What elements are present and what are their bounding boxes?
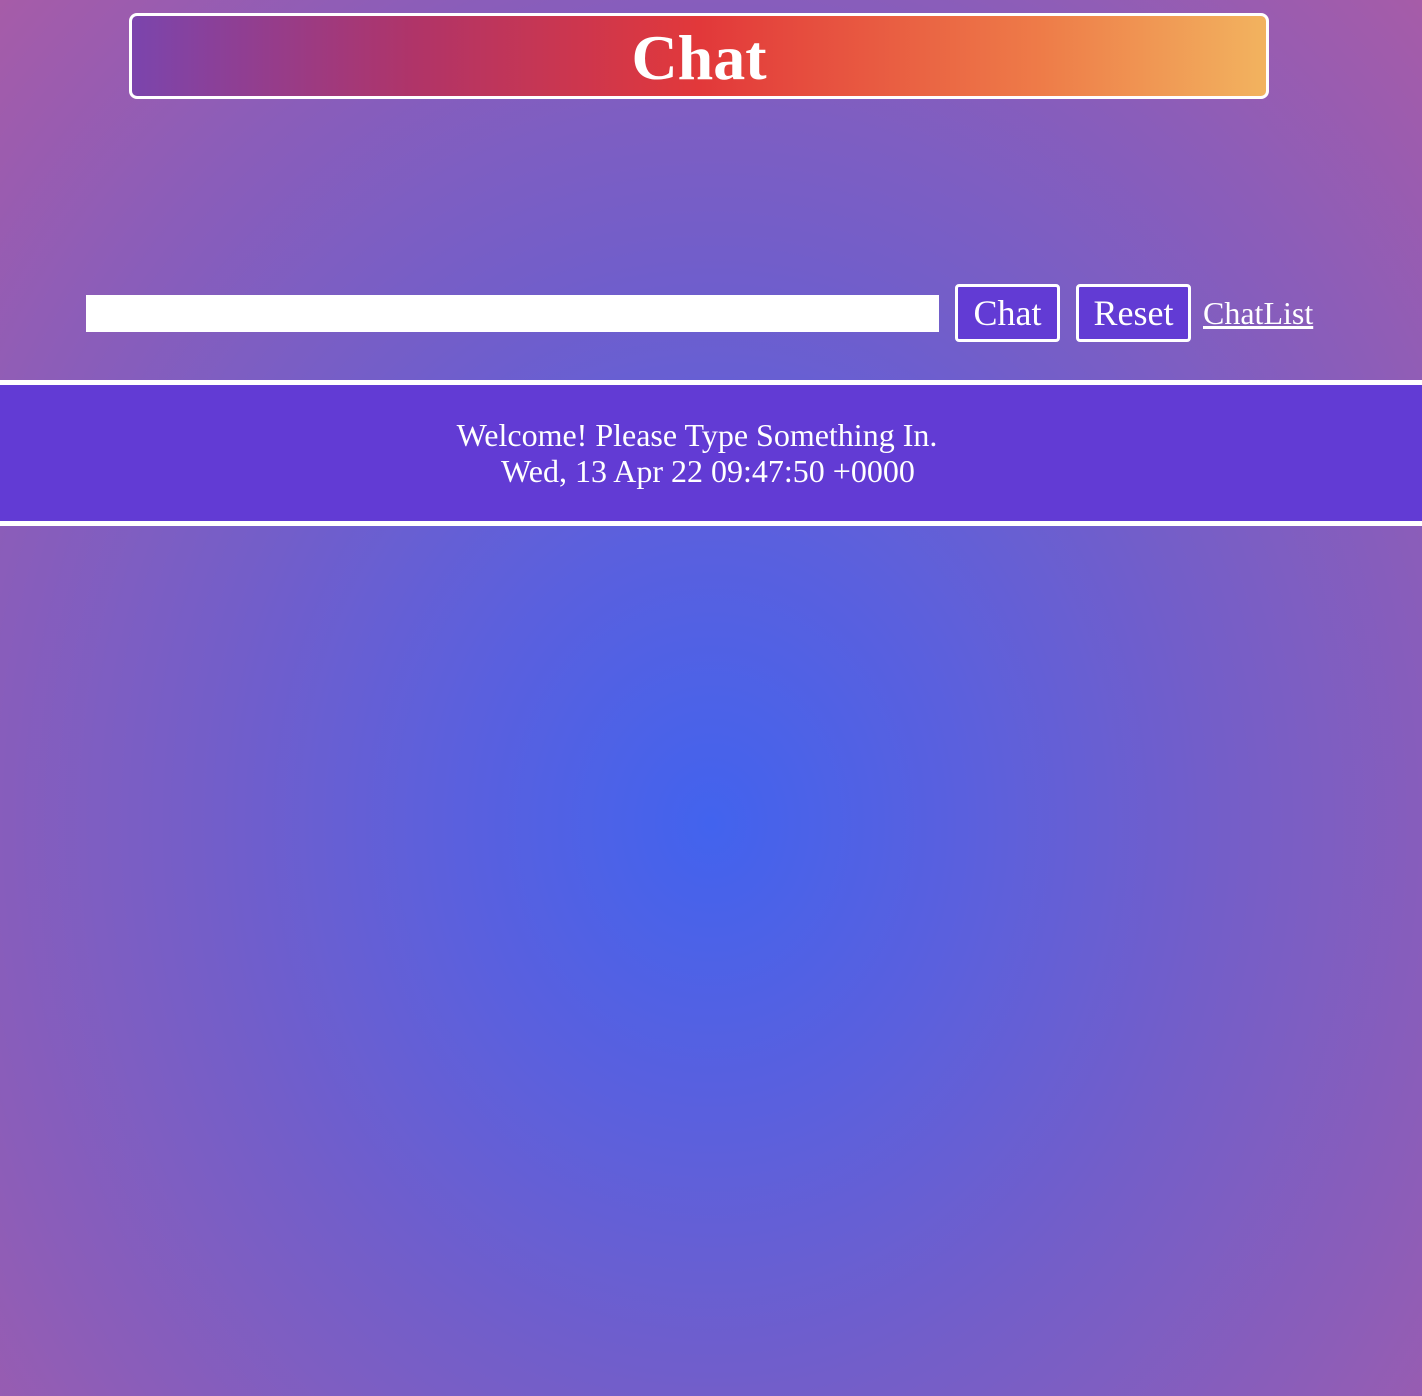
chatlist-link[interactable]: ChatList [1203, 295, 1313, 332]
chat-button[interactable]: Chat [955, 284, 1060, 342]
reset-button[interactable]: Reset [1076, 284, 1191, 342]
page-header: Chat [129, 13, 1269, 99]
message-panel: Welcome! Please Type Something In. Wed, … [0, 380, 1422, 526]
chat-message-input[interactable] [86, 294, 939, 332]
chat-page: { "header": { "title": "Chat" }, "chat_f… [0, 0, 1422, 1396]
chat-form: Chat Reset ChatList [86, 284, 1313, 342]
message-text: Welcome! Please Type Something In. [456, 417, 938, 453]
message-timestamp: Wed, 13 Apr 22 09:47:50 +0000 [501, 453, 915, 489]
page-title: Chat [631, 22, 767, 93]
